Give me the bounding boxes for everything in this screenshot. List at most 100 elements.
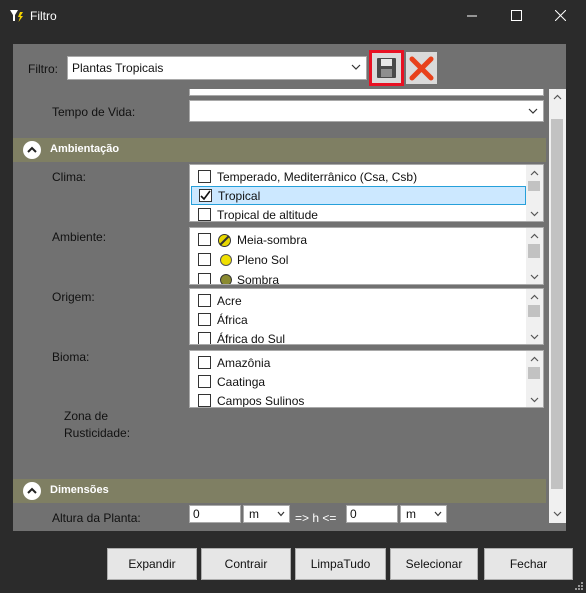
item-label: África do Sul	[217, 332, 286, 345]
checkbox[interactable]	[198, 313, 211, 326]
checkbox[interactable]	[198, 170, 211, 183]
bioma-list[interactable]: Amazônia Caatinga Campos Sulinos	[189, 350, 544, 408]
item-label: África	[217, 313, 248, 327]
chevron-up-icon[interactable]	[530, 232, 539, 241]
filter-window: Filtro Filtro: Plantas Tropicais Tempo d…	[0, 0, 586, 593]
bioma-label: Bioma:	[52, 350, 90, 364]
list-scrollbar[interactable]	[526, 351, 543, 407]
chevron-up-icon[interactable]	[530, 355, 539, 364]
altura-label: Altura da Planta:	[52, 511, 141, 525]
scroll-thumb[interactable]	[528, 367, 540, 379]
list-item-selected[interactable]: Tropical	[191, 186, 526, 205]
item-label: Amazônia	[217, 356, 271, 370]
save-filter-button[interactable]	[369, 50, 404, 86]
scroll-thumb[interactable]	[528, 244, 540, 258]
chevron-down-icon[interactable]	[530, 332, 539, 341]
shade-icon	[220, 274, 232, 284]
scroll-thumb[interactable]	[528, 305, 540, 317]
delete-filter-button[interactable]	[406, 52, 437, 84]
half-sun-icon	[218, 234, 231, 247]
fechar-button[interactable]: Fechar	[484, 548, 573, 580]
window-title: Filtro	[30, 9, 57, 23]
checkbox[interactable]	[198, 208, 211, 221]
chevron-down-icon[interactable]	[530, 395, 539, 404]
list-scrollbar[interactable]	[526, 165, 543, 221]
save-icon	[377, 58, 396, 78]
altura-max-input[interactable]: 0	[346, 505, 398, 523]
list-item[interactable]: Pleno Sol	[195, 250, 525, 269]
filter-select[interactable]: Plantas Tropicais	[67, 56, 367, 80]
checkbox[interactable]	[198, 356, 211, 369]
main-scrollbar[interactable]	[549, 89, 566, 523]
altura-min-unit-select[interactable]: m	[243, 505, 290, 523]
collapse-toggle[interactable]	[23, 482, 41, 500]
chevron-up-icon[interactable]	[553, 93, 562, 102]
scroll-thumb[interactable]	[551, 119, 563, 489]
list-scrollbar[interactable]	[526, 228, 543, 284]
altura-min-input[interactable]: 0	[189, 505, 241, 523]
section-dimensoes[interactable]: Dimensões	[13, 479, 546, 503]
ambiente-list[interactable]: Meia-sombra Pleno Sol Sombra	[189, 227, 544, 285]
altura-max-unit-select[interactable]: m	[400, 505, 447, 523]
contrair-button[interactable]: Contrair	[201, 548, 291, 580]
item-label: Temperado, Mediterrânico (Csa, Csb)	[217, 170, 418, 184]
unit-value: m	[406, 507, 416, 521]
range-operator: => h <=	[295, 511, 337, 525]
list-item[interactable]: Tropical de altitude	[195, 205, 525, 221]
chevron-down-icon[interactable]	[530, 272, 539, 281]
list-item[interactable]: África	[195, 310, 525, 329]
item-label: Acre	[217, 294, 242, 308]
section-ambientacao[interactable]: Ambientação	[13, 138, 546, 162]
list-item[interactable]: Sombra	[195, 270, 525, 285]
checkbox[interactable]	[198, 394, 211, 407]
list-item[interactable]: África do Sul	[195, 329, 525, 345]
chevron-down-icon[interactable]	[553, 509, 562, 518]
checkbox[interactable]	[198, 233, 211, 246]
checkbox-checked[interactable]	[199, 189, 212, 202]
scroll-thumb[interactable]	[528, 181, 540, 191]
checkbox[interactable]	[198, 332, 211, 344]
tempo-de-vida-select[interactable]	[189, 100, 544, 122]
checkbox[interactable]	[198, 253, 211, 266]
minimize-button[interactable]	[452, 0, 492, 31]
chevron-up-icon	[27, 487, 37, 494]
item-label: Meia-sombra	[237, 233, 308, 247]
checkbox[interactable]	[198, 273, 211, 284]
title-bar[interactable]: Filtro	[0, 0, 586, 31]
list-item[interactable]: Campos Sulinos	[195, 391, 525, 408]
resize-grip-icon[interactable]	[574, 581, 584, 591]
limpatudo-button[interactable]: LimpaTudo	[295, 548, 386, 580]
origem-list[interactable]: Acre África África do Sul	[189, 288, 544, 345]
clima-label: Clima:	[52, 170, 87, 184]
list-scrollbar[interactable]	[526, 289, 543, 344]
list-item[interactable]: Temperado, Mediterrânico (Csa, Csb)	[195, 167, 525, 186]
chevron-down-icon	[434, 511, 442, 517]
chevron-up-icon[interactable]	[530, 293, 539, 302]
item-label: Tropical	[218, 189, 261, 203]
selecionar-button[interactable]: Selecionar	[390, 548, 478, 580]
maximize-button[interactable]	[496, 0, 536, 31]
item-label: Sombra	[237, 273, 280, 285]
previous-field-edge	[189, 89, 544, 96]
chevron-down-icon[interactable]	[530, 209, 539, 218]
close-icon	[554, 10, 566, 21]
collapse-toggle[interactable]	[23, 141, 41, 159]
zona-label-line2: Rusticidade:	[64, 426, 131, 440]
checkmark-icon	[200, 190, 211, 201]
ambiente-label: Ambiente:	[52, 230, 107, 244]
list-item[interactable]: Acre	[195, 291, 525, 310]
checkbox[interactable]	[198, 375, 211, 388]
altura-max-value: 0	[350, 507, 357, 521]
item-label: Campos Sulinos	[217, 394, 305, 408]
item-label: Caatinga	[217, 375, 266, 389]
list-item[interactable]: Amazônia	[195, 353, 525, 372]
list-item[interactable]: Caatinga	[195, 372, 525, 391]
maximize-icon	[510, 10, 522, 21]
origem-label: Origem:	[52, 290, 95, 304]
close-window-button[interactable]	[540, 0, 580, 31]
chevron-up-icon[interactable]	[530, 169, 539, 178]
list-item[interactable]: Meia-sombra	[195, 230, 525, 249]
checkbox[interactable]	[198, 294, 211, 307]
clima-list[interactable]: Temperado, Mediterrânico (Csa, Csb) Trop…	[189, 164, 544, 222]
expandir-button[interactable]: Expandir	[107, 548, 197, 580]
